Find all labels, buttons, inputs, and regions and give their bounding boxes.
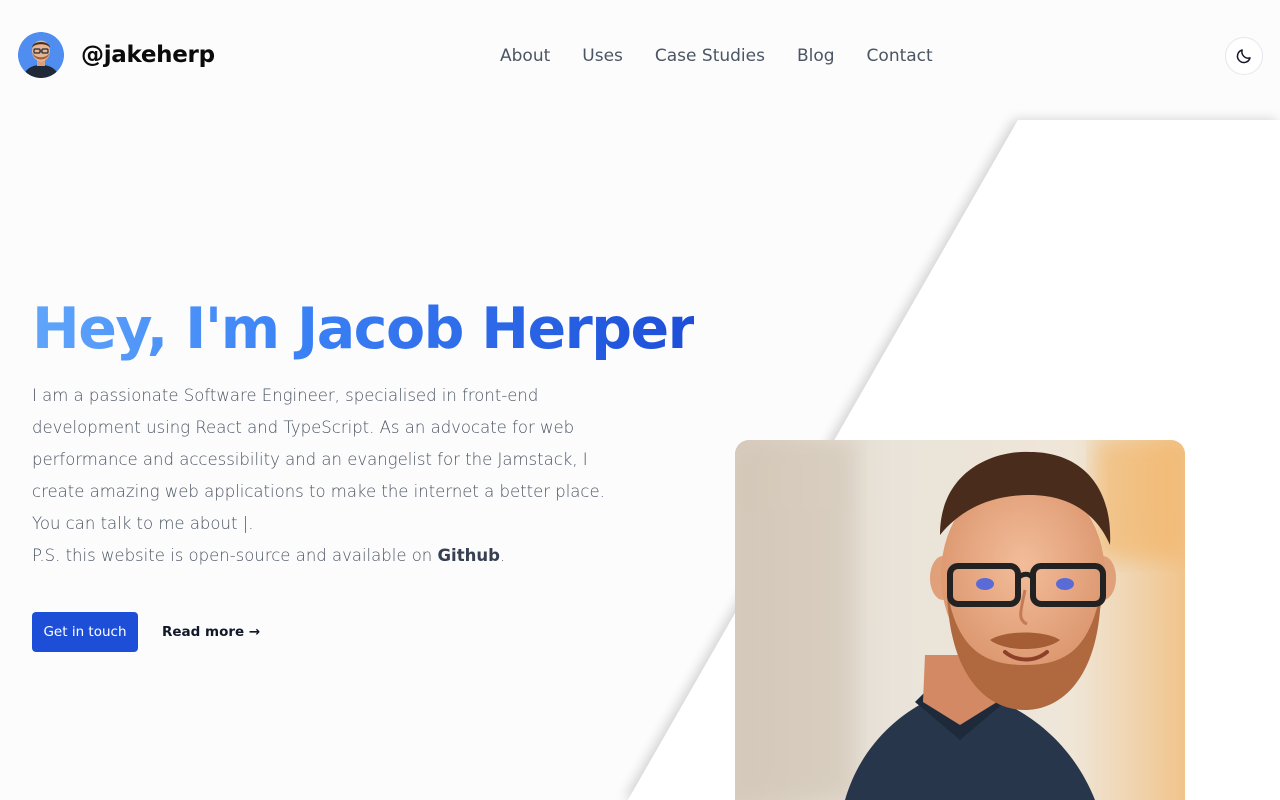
nav-item-blog[interactable]: Blog bbox=[797, 44, 835, 68]
nav-item-case-studies[interactable]: Case Studies bbox=[655, 44, 765, 68]
hero-title: Hey, I'm Jacob Herper bbox=[32, 296, 696, 362]
nav-item-contact[interactable]: Contact bbox=[867, 44, 933, 68]
read-more-link[interactable]: Read more → bbox=[162, 622, 260, 642]
portrait-photo bbox=[735, 440, 1185, 800]
talk-line: You can talk to me about |. bbox=[32, 508, 632, 540]
nav-item-about[interactable]: About bbox=[500, 44, 550, 68]
hero-intro: I am a passionate Software Engineer, spe… bbox=[32, 380, 632, 572]
avatar bbox=[18, 32, 64, 78]
nav-item-uses[interactable]: Uses bbox=[582, 44, 623, 68]
main-nav: About Uses Case Studies Blog Contact bbox=[500, 44, 933, 68]
theme-toggle-button[interactable] bbox=[1225, 37, 1263, 75]
get-in-touch-button[interactable]: Get in touch bbox=[32, 612, 138, 652]
site-header: @jakeherp About Uses Case Studies Blog C… bbox=[0, 0, 1280, 112]
moon-icon bbox=[1236, 49, 1251, 64]
ps-prefix: P.S. this website is open-source and ava… bbox=[32, 546, 438, 565]
ps-line: P.S. this website is open-source and ava… bbox=[32, 540, 632, 572]
intro-paragraph: I am a passionate Software Engineer, spe… bbox=[32, 386, 605, 501]
brand-name: @jakeherp bbox=[81, 42, 215, 68]
ps-suffix: . bbox=[499, 546, 506, 565]
talk-prefix: You can talk to me about bbox=[32, 514, 238, 533]
page: @jakeherp About Uses Case Studies Blog C… bbox=[0, 0, 1280, 800]
github-link[interactable]: Github bbox=[438, 546, 500, 565]
typing-cursor: |. bbox=[242, 514, 254, 533]
brand-link[interactable]: @jakeherp bbox=[18, 32, 215, 78]
